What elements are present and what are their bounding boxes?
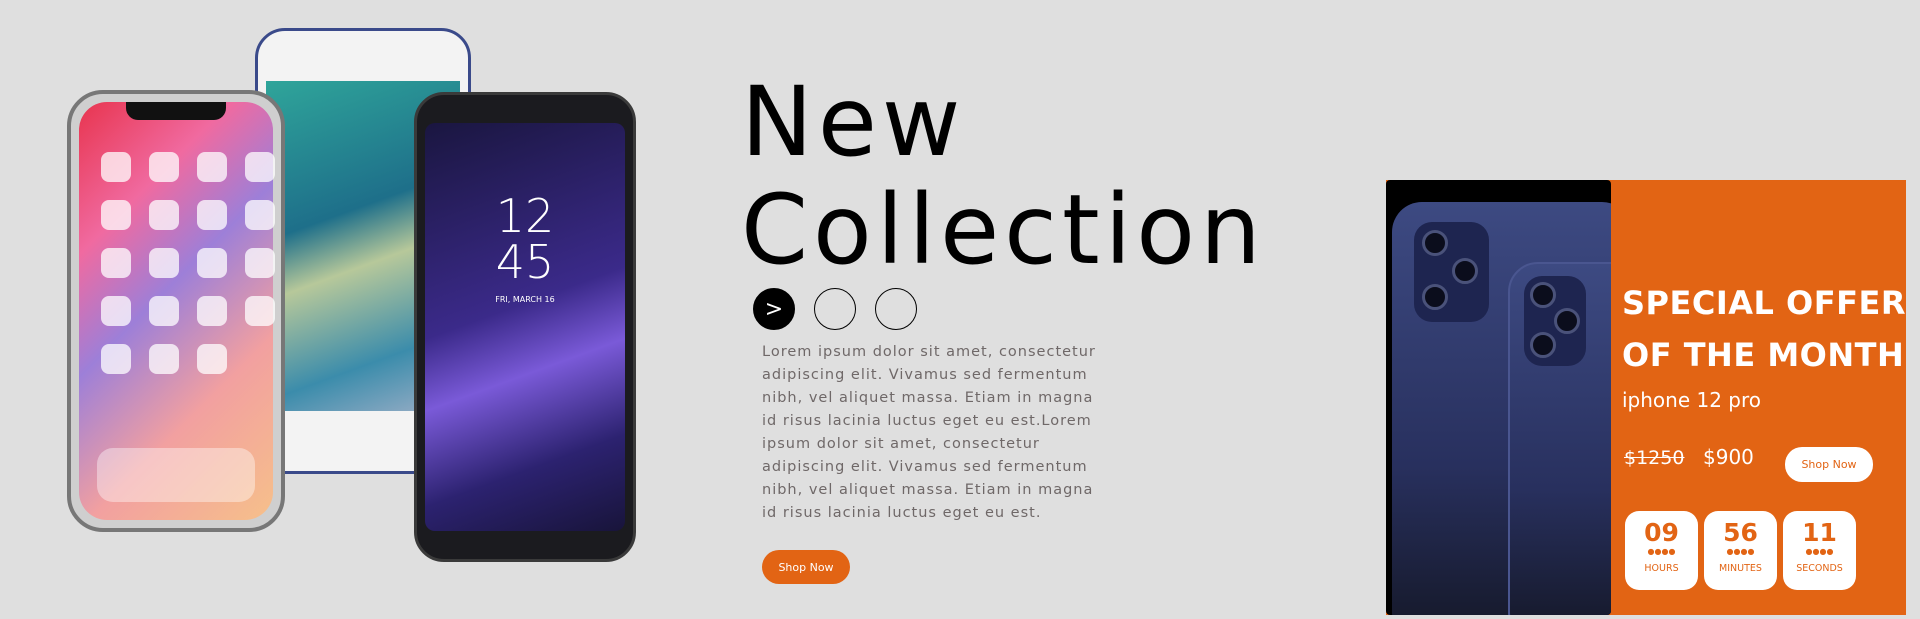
- samsung-galaxy-phone: 12 45 FRI, MARCH 16: [414, 92, 636, 562]
- old-price: $1250: [1624, 447, 1685, 469]
- countdown-timer: 09 ●●●● HOURS 56 ●●●● MINUTES 11 ●●●● SECONDS: [1625, 511, 1856, 590]
- slider-dot-2[interactable]: [814, 288, 856, 330]
- countdown-hours: 09 ●●●● HOURS: [1625, 511, 1698, 590]
- iphone-12-pro-image: [1386, 180, 1611, 615]
- hero-phones-image: 12 45 FRI, MARCH 16: [67, 28, 647, 568]
- countdown-minutes: 56 ●●●● MINUTES: [1704, 511, 1777, 590]
- hero-shop-now-button[interactable]: Shop Now: [762, 550, 850, 584]
- offer-title: SPECIAL OFFER OF THE MONTH: [1622, 284, 1906, 374]
- countdown-seconds: 11 ●●●● SECONDS: [1783, 511, 1856, 590]
- hero-description: Lorem ipsum dolor sit amet, consectetur …: [762, 344, 1096, 521]
- phone-date: FRI, MARCH 16: [495, 295, 555, 304]
- chevron-right-icon: >: [764, 296, 784, 322]
- special-offer-card: SPECIAL OFFER OF THE MONTH iphone 12 pro…: [1386, 180, 1906, 615]
- new-price: $900: [1703, 445, 1754, 469]
- offer-shop-now-button[interactable]: Shop Now: [1785, 447, 1873, 482]
- slider-next-button[interactable]: >: [753, 288, 795, 330]
- iphone-x-phone: [67, 90, 285, 532]
- slider-dot-3[interactable]: [875, 288, 917, 330]
- offer-product-name: iphone 12 pro: [1622, 388, 1762, 412]
- slider-controls: >: [753, 288, 917, 330]
- phone-clock: 12 45: [495, 189, 555, 289]
- hero-title: New Collection: [741, 66, 1266, 286]
